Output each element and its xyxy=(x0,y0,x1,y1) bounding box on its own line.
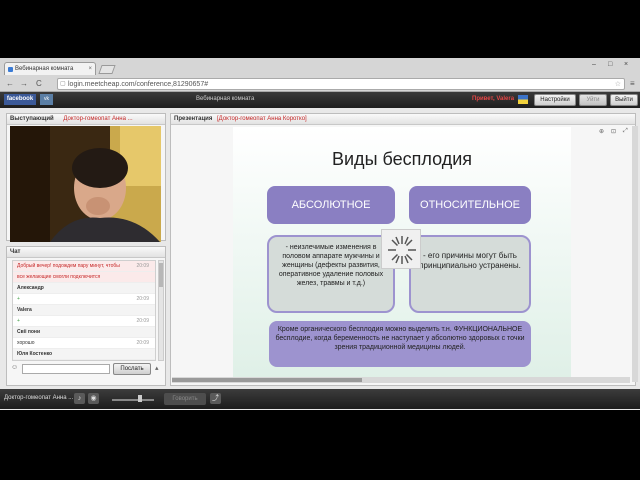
loading-spinner-icon xyxy=(381,229,421,269)
speaker-video-frame xyxy=(10,126,161,242)
chat-message: все желающие смогли подключится xyxy=(13,272,155,283)
presentation-panel-header: Презентация [Доктор-гомеопат Анна Коротк… xyxy=(171,114,635,125)
relative-heading: ОТНОСИТЕЛЬНОЕ xyxy=(409,186,531,224)
bookmark-star-icon[interactable]: ☆ xyxy=(615,79,621,90)
chat-message-time: 20:09 xyxy=(136,318,149,324)
zoom-icon[interactable]: ⊕ xyxy=(599,128,604,135)
tab-title: Вебинарная комната xyxy=(15,66,74,72)
facebook-button[interactable]: facebook xyxy=(4,94,36,105)
chat-message-text: + xyxy=(17,296,20,302)
speaker-panel-header: Выступающий Доктор-гомеопат Анна ... xyxy=(7,114,165,125)
absolute-description: - неизлечимые изменения в половом аппара… xyxy=(267,235,395,313)
volume-slider-knob[interactable] xyxy=(138,395,142,402)
chat-settings-icon[interactable]: ▴ xyxy=(155,364,159,372)
absolute-heading: АБСОЛЮТНОЕ xyxy=(267,186,395,224)
chat-message: Александр xyxy=(13,283,155,294)
browser-chrome: Вебинарная комната × – □ × ← → C ▢ login… xyxy=(0,58,640,92)
address-row: ← → C ▢ login.meetcheap.com/conference,8… xyxy=(0,76,640,92)
slide-title: Виды бесплодия xyxy=(332,149,472,169)
chat-scrollbar[interactable] xyxy=(158,260,164,361)
speaker-video xyxy=(10,126,161,242)
speaker-name: Доктор-гомеопат Анна ... xyxy=(63,116,133,122)
slide-note: Кроме органического бесплодия можно выде… xyxy=(269,321,531,367)
chat-label: Чат xyxy=(10,249,21,255)
chat-message-time: 20:09 xyxy=(136,340,149,346)
fit-icon[interactable]: ⊡ xyxy=(611,128,616,135)
hscroll-thumb[interactable] xyxy=(172,378,362,382)
chat-message-text: хорошо xyxy=(17,340,35,346)
language-flag-icon[interactable] xyxy=(518,95,528,104)
browser-tab[interactable]: Вебинарная комната × xyxy=(4,62,96,75)
chat-message: Добрый вечер! подождем пару минут, чтобы… xyxy=(13,261,155,272)
chat-message: Свіі пони xyxy=(13,327,155,338)
new-tab-button[interactable] xyxy=(98,65,116,74)
page-icon: ▢ xyxy=(60,81,66,87)
settings-button[interactable]: Настройки xyxy=(534,94,576,106)
chat-input[interactable] xyxy=(22,364,110,374)
greeting: Привет, Valera xyxy=(472,96,515,102)
chat-message: +20:09 xyxy=(13,316,155,327)
chat-message-text: Александр xyxy=(17,285,44,291)
chat-messages[interactable]: Добрый вечер! подождем пару минут, чтобы… xyxy=(12,260,156,361)
chat-message: +20:09 xyxy=(13,360,155,361)
back-icon[interactable]: ← xyxy=(6,79,14,88)
send-button[interactable]: Послать xyxy=(113,363,151,375)
room-title: Вебинарная комната xyxy=(196,96,255,102)
maximize-icon[interactable]: □ xyxy=(608,61,612,68)
reload-icon[interactable]: C xyxy=(36,79,42,88)
url-text: login.meetcheap.com/conference,81290657# xyxy=(68,81,209,88)
share-icon[interactable]: ⤴ xyxy=(210,393,221,404)
browser-menu-icon[interactable]: ≡ xyxy=(630,79,635,88)
chat-message-text: все желающие смогли подключится xyxy=(17,274,101,280)
chat-message-text: Valera xyxy=(17,307,32,313)
fullscreen-icon[interactable]: ⤢ xyxy=(623,128,628,135)
loading-spinner-graphic xyxy=(388,236,416,264)
bottom-speaker-name: Доктор-гомеопат Анна ... xyxy=(4,395,74,401)
minimize-icon[interactable]: – xyxy=(592,61,596,68)
relative-description: - его причины могут быть принципиально у… xyxy=(409,235,531,313)
chat-message: Юля Костенко xyxy=(13,349,155,360)
chat-panel-header: Чат xyxy=(7,247,165,258)
leave-button[interactable]: Уйти xyxy=(579,94,607,106)
presentation-slide: Виды бесплодия АБСОЛЮТНОЕ ОТНОСИТЕЛЬНОЕ … xyxy=(233,127,571,379)
address-bar[interactable]: ▢ login.meetcheap.com/conference,8129065… xyxy=(57,78,625,90)
forward-icon[interactable]: → xyxy=(20,79,28,88)
presentation-name: [Доктор-гомеопат Анна Коротко] xyxy=(217,116,307,122)
presentation-vscrollbar[interactable] xyxy=(632,126,638,382)
presentation-label: Презентация xyxy=(174,116,213,122)
close-window-icon[interactable]: × xyxy=(624,61,628,68)
chat-message-text: Добрый вечер! подождем пару минут, чтобы xyxy=(17,263,120,269)
chat-message-time: 20:09 xyxy=(136,263,149,269)
chat-message: хорошо 20:09 xyxy=(13,338,155,349)
microphone-icon[interactable]: ♪ xyxy=(74,393,85,404)
chat-message-time: 20:09 xyxy=(136,360,149,361)
bottom-toolbar: Доктор-гомеопат Анна ... ♪ ◉ Говорить ⤴ xyxy=(0,389,640,409)
speak-button[interactable]: Говорить xyxy=(164,393,206,405)
screen: Вебинарная комната × – □ × ← → C ▢ login… xyxy=(0,0,640,480)
chat-message: Valera xyxy=(13,305,155,316)
exit-button[interactable]: Выйти xyxy=(610,94,638,106)
chat-message: +20:09 xyxy=(13,294,155,305)
emoji-icon[interactable]: ☺ xyxy=(11,364,18,371)
speaker-label: Выступающий xyxy=(10,116,54,122)
chat-message-text: Свіі пони xyxy=(17,329,41,335)
camera-icon[interactable]: ◉ xyxy=(88,393,99,404)
chat-message-text: + xyxy=(17,318,20,324)
chat-panel: Чат Добрый вечер! подождем пару минут, ч… xyxy=(6,246,166,386)
tab-close-icon[interactable]: × xyxy=(88,63,92,75)
vk-button[interactable]: vk xyxy=(40,94,53,105)
chat-message-time: 20:09 xyxy=(136,296,149,302)
volume-slider[interactable] xyxy=(112,399,154,401)
presentation-hscrollbar[interactable] xyxy=(172,377,630,383)
favicon-icon xyxy=(8,67,13,72)
chat-scroll-thumb[interactable] xyxy=(159,263,163,287)
app-header: facebook vk Вебинарная комната Привет, V… xyxy=(0,92,640,108)
chat-message-text: Юля Костенко xyxy=(17,351,53,357)
